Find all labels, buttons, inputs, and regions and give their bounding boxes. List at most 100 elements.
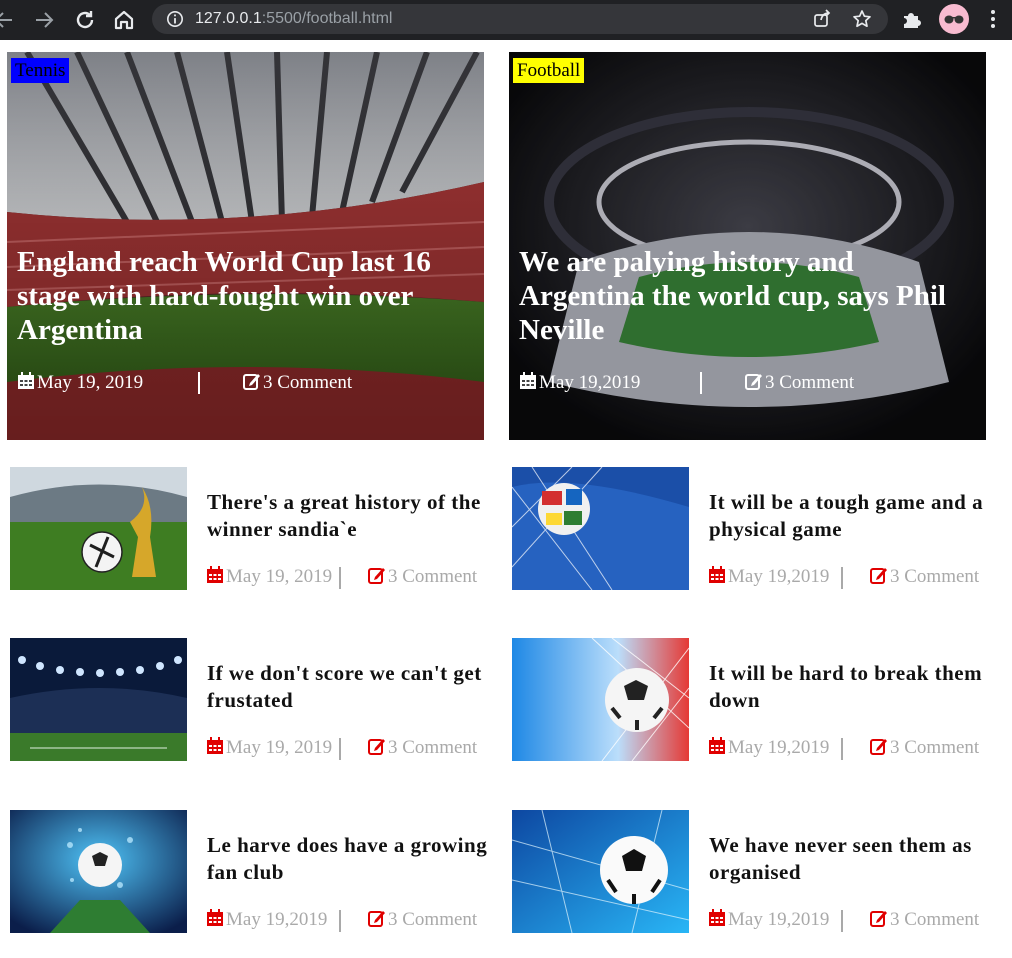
- post-date-text: May 19,2019: [728, 737, 830, 758]
- article-item[interactable]: It will be a tough game and a physical g…: [512, 467, 1002, 591]
- profile-avatar[interactable]: [939, 4, 969, 34]
- article-meta: May 19,2019 3 Comment: [708, 736, 1008, 760]
- edit-icon: [870, 909, 888, 927]
- article-item[interactable]: It will be hard to break them down May 1…: [512, 638, 1002, 762]
- calendar-icon: [17, 372, 35, 390]
- article-thumbnail[interactable]: [10, 467, 187, 590]
- more-menu-icon[interactable]: [983, 8, 1003, 30]
- back-arrow-icon[interactable]: [0, 8, 16, 32]
- meta-divider: [841, 910, 843, 932]
- edit-icon: [368, 566, 386, 584]
- splashing-ball-image: [10, 810, 187, 933]
- article-thumbnail[interactable]: [512, 638, 689, 761]
- meta-divider: [339, 567, 341, 589]
- meta-divider: [841, 567, 843, 589]
- comment-count-text: 3 Comment: [388, 737, 478, 758]
- post-date-text: May 19,2019: [226, 909, 328, 930]
- calendar-icon: [206, 909, 224, 927]
- category-tag[interactable]: Tennis: [11, 58, 70, 83]
- hero-card-football[interactable]: Football We are palying history and Arge…: [509, 52, 986, 440]
- post-date-text: May 19,2019: [539, 372, 641, 393]
- ball-in-blue-net-image: [512, 810, 689, 933]
- article-item[interactable]: We have never seen them as organised May…: [512, 810, 1002, 934]
- calendar-icon: [708, 566, 726, 584]
- post-date: May 19,2019: [708, 565, 829, 589]
- sunglasses-icon: [944, 15, 964, 24]
- article-meta: May 19,2019 3 Comment: [206, 908, 506, 932]
- comment-count[interactable]: 3 Comment: [243, 370, 352, 396]
- hero-meta: May 19,2019 3 Comment: [519, 370, 979, 396]
- article-title[interactable]: We have never seen them as organised: [709, 832, 1005, 886]
- address-bar[interactable]: 127.0.0.1:5500/football.html: [152, 4, 888, 34]
- home-icon[interactable]: [112, 8, 136, 32]
- reload-icon[interactable]: [73, 8, 97, 32]
- post-date-text: May 19, 2019: [226, 566, 333, 587]
- url-path: :5500/football.html: [261, 10, 393, 27]
- post-date-text: May 19, 2019: [226, 737, 333, 758]
- post-date-text: May 19,2019: [728, 566, 830, 587]
- comment-count[interactable]: 3 Comment: [368, 736, 477, 760]
- edit-icon: [870, 737, 888, 755]
- comment-count[interactable]: 3 Comment: [870, 736, 979, 760]
- article-thumbnail[interactable]: [10, 638, 187, 761]
- article-title[interactable]: If we don't score we can't get frustated: [207, 660, 503, 714]
- comment-count[interactable]: 3 Comment: [745, 370, 854, 396]
- site-info-icon[interactable]: [166, 10, 184, 28]
- article-thumbnail[interactable]: [10, 810, 187, 933]
- calendar-icon: [206, 737, 224, 755]
- article-meta: May 19,2019 3 Comment: [708, 908, 1008, 932]
- calendar-icon: [708, 909, 726, 927]
- comment-count[interactable]: 3 Comment: [870, 908, 979, 932]
- comment-count-text: 3 Comment: [890, 566, 980, 587]
- url-host: 127.0.0.1: [195, 10, 262, 27]
- hero-card-tennis[interactable]: Tennis England reach World Cup last 16 s…: [7, 52, 484, 440]
- article-title[interactable]: There's a great history of the winner sa…: [207, 489, 503, 543]
- meta-divider: [198, 372, 200, 394]
- ball-hitting-net-image: [512, 638, 689, 761]
- edit-icon: [368, 909, 386, 927]
- share-icon[interactable]: [812, 9, 832, 29]
- comment-count-text: 3 Comment: [388, 909, 478, 930]
- bookmark-star-icon[interactable]: [852, 9, 872, 29]
- article-meta: May 19, 2019 3 Comment: [206, 736, 506, 760]
- forward-arrow-icon[interactable]: [32, 8, 56, 32]
- calendar-icon: [206, 566, 224, 584]
- meta-divider: [339, 738, 341, 760]
- hero-title[interactable]: We are palying history and Argentina the…: [519, 245, 969, 347]
- article-thumbnail[interactable]: [512, 810, 689, 933]
- edit-icon: [745, 372, 763, 390]
- comment-count-text: 3 Comment: [890, 909, 980, 930]
- meta-divider: [339, 910, 341, 932]
- post-date: May 19,2019: [708, 736, 829, 760]
- calendar-icon: [708, 737, 726, 755]
- article-item[interactable]: There's a great history of the winner sa…: [10, 467, 500, 591]
- post-date-text: May 19, 2019: [37, 372, 144, 393]
- extensions-puzzle-icon[interactable]: [901, 8, 923, 30]
- comment-count[interactable]: 3 Comment: [870, 565, 979, 589]
- comment-count[interactable]: 3 Comment: [368, 908, 477, 932]
- post-date-text: May 19,2019: [728, 909, 830, 930]
- edit-icon: [368, 737, 386, 755]
- meta-divider: [700, 372, 702, 394]
- stadium-lights-image: [10, 638, 187, 761]
- hero-meta: May 19, 2019 3 Comment: [17, 370, 477, 396]
- comment-count-text: 3 Comment: [388, 566, 478, 587]
- post-date: May 19, 2019: [17, 370, 143, 396]
- article-title[interactable]: It will be a tough game and a physical g…: [709, 489, 1005, 543]
- browser-toolbar: 127.0.0.1:5500/football.html: [0, 0, 1012, 40]
- category-tag[interactable]: Football: [513, 58, 585, 83]
- url-text: 127.0.0.1:5500/football.html: [195, 9, 392, 29]
- article-item[interactable]: Le harve does have a growing fan club Ma…: [10, 810, 500, 934]
- edit-icon: [243, 372, 261, 390]
- comment-count[interactable]: 3 Comment: [368, 565, 477, 589]
- post-date: May 19,2019: [206, 908, 327, 932]
- article-title[interactable]: It will be hard to break them down: [709, 660, 1005, 714]
- meta-divider: [841, 738, 843, 760]
- post-date: May 19,2019: [519, 370, 640, 396]
- hero-title[interactable]: England reach World Cup last 16 stage wi…: [17, 245, 467, 347]
- article-item[interactable]: If we don't score we can't get frustated…: [10, 638, 500, 762]
- world-cup-trophy-image: [10, 467, 187, 590]
- article-thumbnail[interactable]: [512, 467, 689, 590]
- article-title[interactable]: Le harve does have a growing fan club: [207, 832, 503, 886]
- post-date: May 19,2019: [708, 908, 829, 932]
